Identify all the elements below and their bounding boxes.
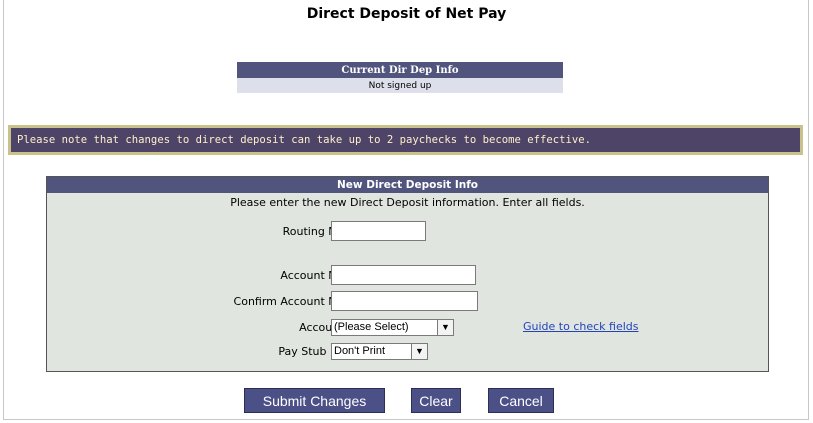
new-deposit-form: New Direct Deposit Info Please enter the… (46, 176, 769, 372)
chevron-down-icon: ▼ (411, 344, 427, 359)
clear-button[interactable]: Clear (411, 388, 461, 413)
current-info-table: Current Dir Dep Info Not signed up (237, 62, 563, 93)
account-type-selected: (Please Select) (334, 321, 409, 333)
chevron-down-icon: ▼ (437, 320, 453, 335)
account-type-row: Account Type: (Please Select) ▼ Guide to… (47, 317, 768, 341)
routing-row: Routing Number: (47, 221, 768, 245)
notice-banner: Please note that changes to direct depos… (8, 125, 803, 155)
account-type-select[interactable]: (Please Select) ▼ (331, 319, 454, 336)
guide-to-check-fields-link[interactable]: Guide to check fields (523, 317, 639, 337)
current-info-value: Not signed up (237, 78, 563, 93)
confirm-account-row: Confirm Account Number: (47, 291, 768, 315)
account-number-input[interactable] (331, 265, 476, 285)
paystub-printing-select[interactable]: Don't Print ▼ (331, 343, 428, 360)
page-title: Direct Deposit of Net Pay (306, 6, 507, 22)
paystub-selected: Don't Print (334, 345, 386, 357)
routing-number-input[interactable] (331, 221, 426, 241)
current-info-header: Current Dir Dep Info (237, 62, 563, 78)
form-instructions: Please enter the new Direct Deposit info… (230, 196, 585, 209)
account-row: Account Number: (47, 265, 768, 289)
paystub-row: Pay Stub Printing: Don't Print ▼ (47, 341, 768, 365)
submit-changes-button[interactable]: Submit Changes (244, 388, 385, 413)
cancel-button[interactable]: Cancel (488, 388, 554, 413)
confirm-account-number-input[interactable] (331, 291, 478, 311)
form-header: New Direct Deposit Info (47, 177, 768, 193)
